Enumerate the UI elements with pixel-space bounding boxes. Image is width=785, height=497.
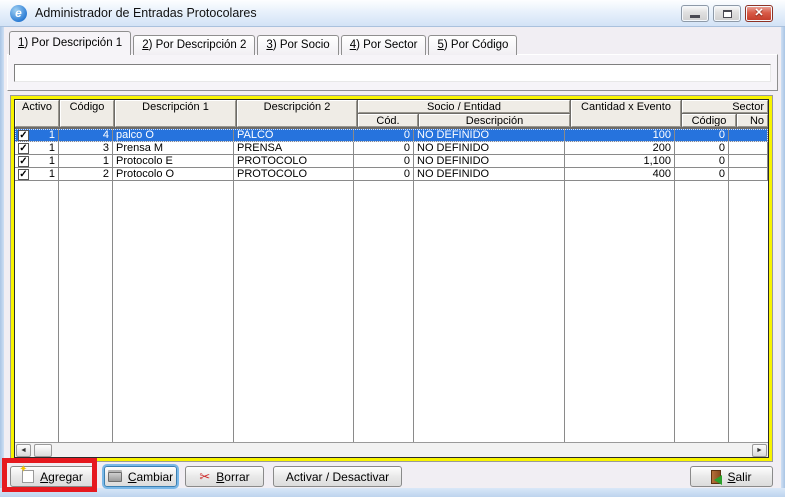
cell-socio-desc: NO DEFINIDO xyxy=(414,168,565,180)
app-window: e Administrador de Entradas Protocolares… xyxy=(0,0,785,497)
cell-activo: ✓1 xyxy=(15,155,59,167)
table-header: Activo Código Descripción 1 Descripción … xyxy=(15,100,768,129)
cell-socio-cod: 0 xyxy=(354,168,414,180)
cell-cantidad: 100 xyxy=(565,129,675,141)
scissors-icon: ✂ xyxy=(199,470,210,483)
filter-input[interactable] xyxy=(14,64,771,82)
cell-desc2: PRENSA xyxy=(234,142,354,154)
window-title: Administrador de Entradas Protocolares xyxy=(35,6,257,20)
table-body: ✓14palco OPALCO0NO DEFINIDO1000✓13Prensa… xyxy=(15,129,768,181)
col-header-socio-cod[interactable]: Cód. xyxy=(358,114,418,127)
cell-socio-cod: 0 xyxy=(354,155,414,167)
salir-button[interactable]: Salir xyxy=(690,466,773,487)
col-header-descripcion-2[interactable]: Descripción 2 xyxy=(237,100,357,127)
col-header-activo[interactable]: Activo xyxy=(15,100,59,127)
cell-desc2: PROTOCOLO xyxy=(234,168,354,180)
activar-desactivar-button[interactable]: Activar / Desactivar xyxy=(273,466,402,487)
tab-por-descripcion-1[interactable]: 1) Por Descripción 1 xyxy=(9,31,131,55)
table-empty-area xyxy=(15,181,768,442)
maximize-button[interactable] xyxy=(713,5,741,22)
table-row[interactable]: ✓11Protocolo EPROTOCOLO0NO DEFINIDO1,100… xyxy=(15,155,768,168)
entries-table: Activo Código Descripción 1 Descripción … xyxy=(14,99,769,458)
tab-por-sector[interactable]: 4) Por Sector xyxy=(341,35,427,55)
cell-socio-desc: NO DEFINIDO xyxy=(414,142,565,154)
edit-device-icon xyxy=(108,472,122,482)
activo-checkbox[interactable]: ✓ xyxy=(18,169,29,180)
table-row[interactable]: ✓13Prensa MPRENSA0NO DEFINIDO2000 xyxy=(15,142,768,155)
table-row[interactable]: ✓12Protocolo OPROTOCOLO0NO DEFINIDO4000 xyxy=(15,168,768,181)
maximize-icon xyxy=(723,10,732,18)
cell-sector-cod: 0 xyxy=(675,155,729,167)
cell-sector-no xyxy=(729,129,768,141)
minimize-button[interactable] xyxy=(681,5,709,22)
col-header-descripcion-1[interactable]: Descripción 1 xyxy=(115,100,236,127)
cell-desc1: palco O xyxy=(113,129,234,141)
scrollbar-thumb[interactable] xyxy=(34,444,52,457)
entries-table-border: Activo Código Descripción 1 Descripción … xyxy=(10,95,773,462)
tab-por-codigo[interactable]: 5) Por Código xyxy=(428,35,517,55)
cell-socio-desc: NO DEFINIDO xyxy=(414,155,565,167)
minimize-icon xyxy=(690,15,700,18)
cell-socio-cod: 0 xyxy=(354,129,414,141)
borrar-button[interactable]: ✂ Borrar xyxy=(185,466,264,487)
cell-cantidad: 1,100 xyxy=(565,155,675,167)
col-header-cantidad-evento[interactable]: Cantidad x Evento xyxy=(571,100,681,127)
col-header-socio-entidad[interactable]: Socio / Entidad xyxy=(358,100,570,113)
window-frame-left xyxy=(0,27,4,488)
cell-codigo: 3 xyxy=(59,142,113,154)
cell-activo: ✓1 xyxy=(15,129,59,141)
cell-activo: ✓1 xyxy=(15,142,59,154)
cell-sector-cod: 0 xyxy=(675,142,729,154)
col-header-socio-descripcion[interactable]: Descripción xyxy=(419,114,570,127)
cell-socio-desc: NO DEFINIDO xyxy=(414,129,565,141)
scroll-left-icon[interactable]: ◄ xyxy=(16,444,31,457)
cell-sector-no xyxy=(729,155,768,167)
cell-cantidad: 200 xyxy=(565,142,675,154)
tab-page xyxy=(7,54,778,91)
cell-sector-no xyxy=(729,168,768,180)
tab-por-descripcion-2[interactable]: 2) Por Descripción 2 xyxy=(133,35,255,55)
cell-desc1: Protocolo E xyxy=(113,155,234,167)
cell-desc1: Prensa M xyxy=(113,142,234,154)
window-frame-bottom xyxy=(0,488,785,497)
window-frame-right xyxy=(781,27,785,488)
close-button[interactable]: ✕ xyxy=(745,5,773,22)
cell-sector-cod: 0 xyxy=(675,129,729,141)
cell-codigo: 4 xyxy=(59,129,113,141)
cell-desc1: Protocolo O xyxy=(113,168,234,180)
col-header-sector-no[interactable]: No xyxy=(737,114,768,127)
app-logo-icon: e xyxy=(10,5,27,22)
cell-desc2: PALCO xyxy=(234,129,354,141)
horizontal-scrollbar[interactable]: ◄ ► xyxy=(15,442,768,457)
title-bar[interactable]: e Administrador de Entradas Protocolares… xyxy=(0,0,785,27)
annotation-highlight xyxy=(2,458,97,492)
tab-por-socio[interactable]: 3) Por Socio xyxy=(257,35,338,55)
activo-checkbox[interactable]: ✓ xyxy=(18,143,29,154)
col-header-sector[interactable]: Sector xyxy=(682,100,768,113)
cell-sector-no xyxy=(729,142,768,154)
tab-strip: 1) Por Descripción 1 2) Por Descripción … xyxy=(9,31,519,55)
cell-codigo: 1 xyxy=(59,155,113,167)
activo-checkbox[interactable]: ✓ xyxy=(18,156,29,167)
scroll-right-icon[interactable]: ► xyxy=(752,444,767,457)
close-icon: ✕ xyxy=(754,8,763,19)
cell-sector-cod: 0 xyxy=(675,168,729,180)
activo-checkbox[interactable]: ✓ xyxy=(18,130,29,141)
col-header-codigo[interactable]: Código xyxy=(60,100,114,127)
cell-cantidad: 400 xyxy=(565,168,675,180)
cambiar-button[interactable]: Cambiar xyxy=(104,466,177,487)
cell-desc2: PROTOCOLO xyxy=(234,155,354,167)
cell-codigo: 2 xyxy=(59,168,113,180)
cell-activo: ✓1 xyxy=(15,168,59,180)
exit-door-icon xyxy=(711,470,721,484)
cell-socio-cod: 0 xyxy=(354,142,414,154)
col-header-sector-codigo[interactable]: Código xyxy=(682,114,736,127)
table-row[interactable]: ✓14palco OPALCO0NO DEFINIDO1000 xyxy=(15,129,768,142)
